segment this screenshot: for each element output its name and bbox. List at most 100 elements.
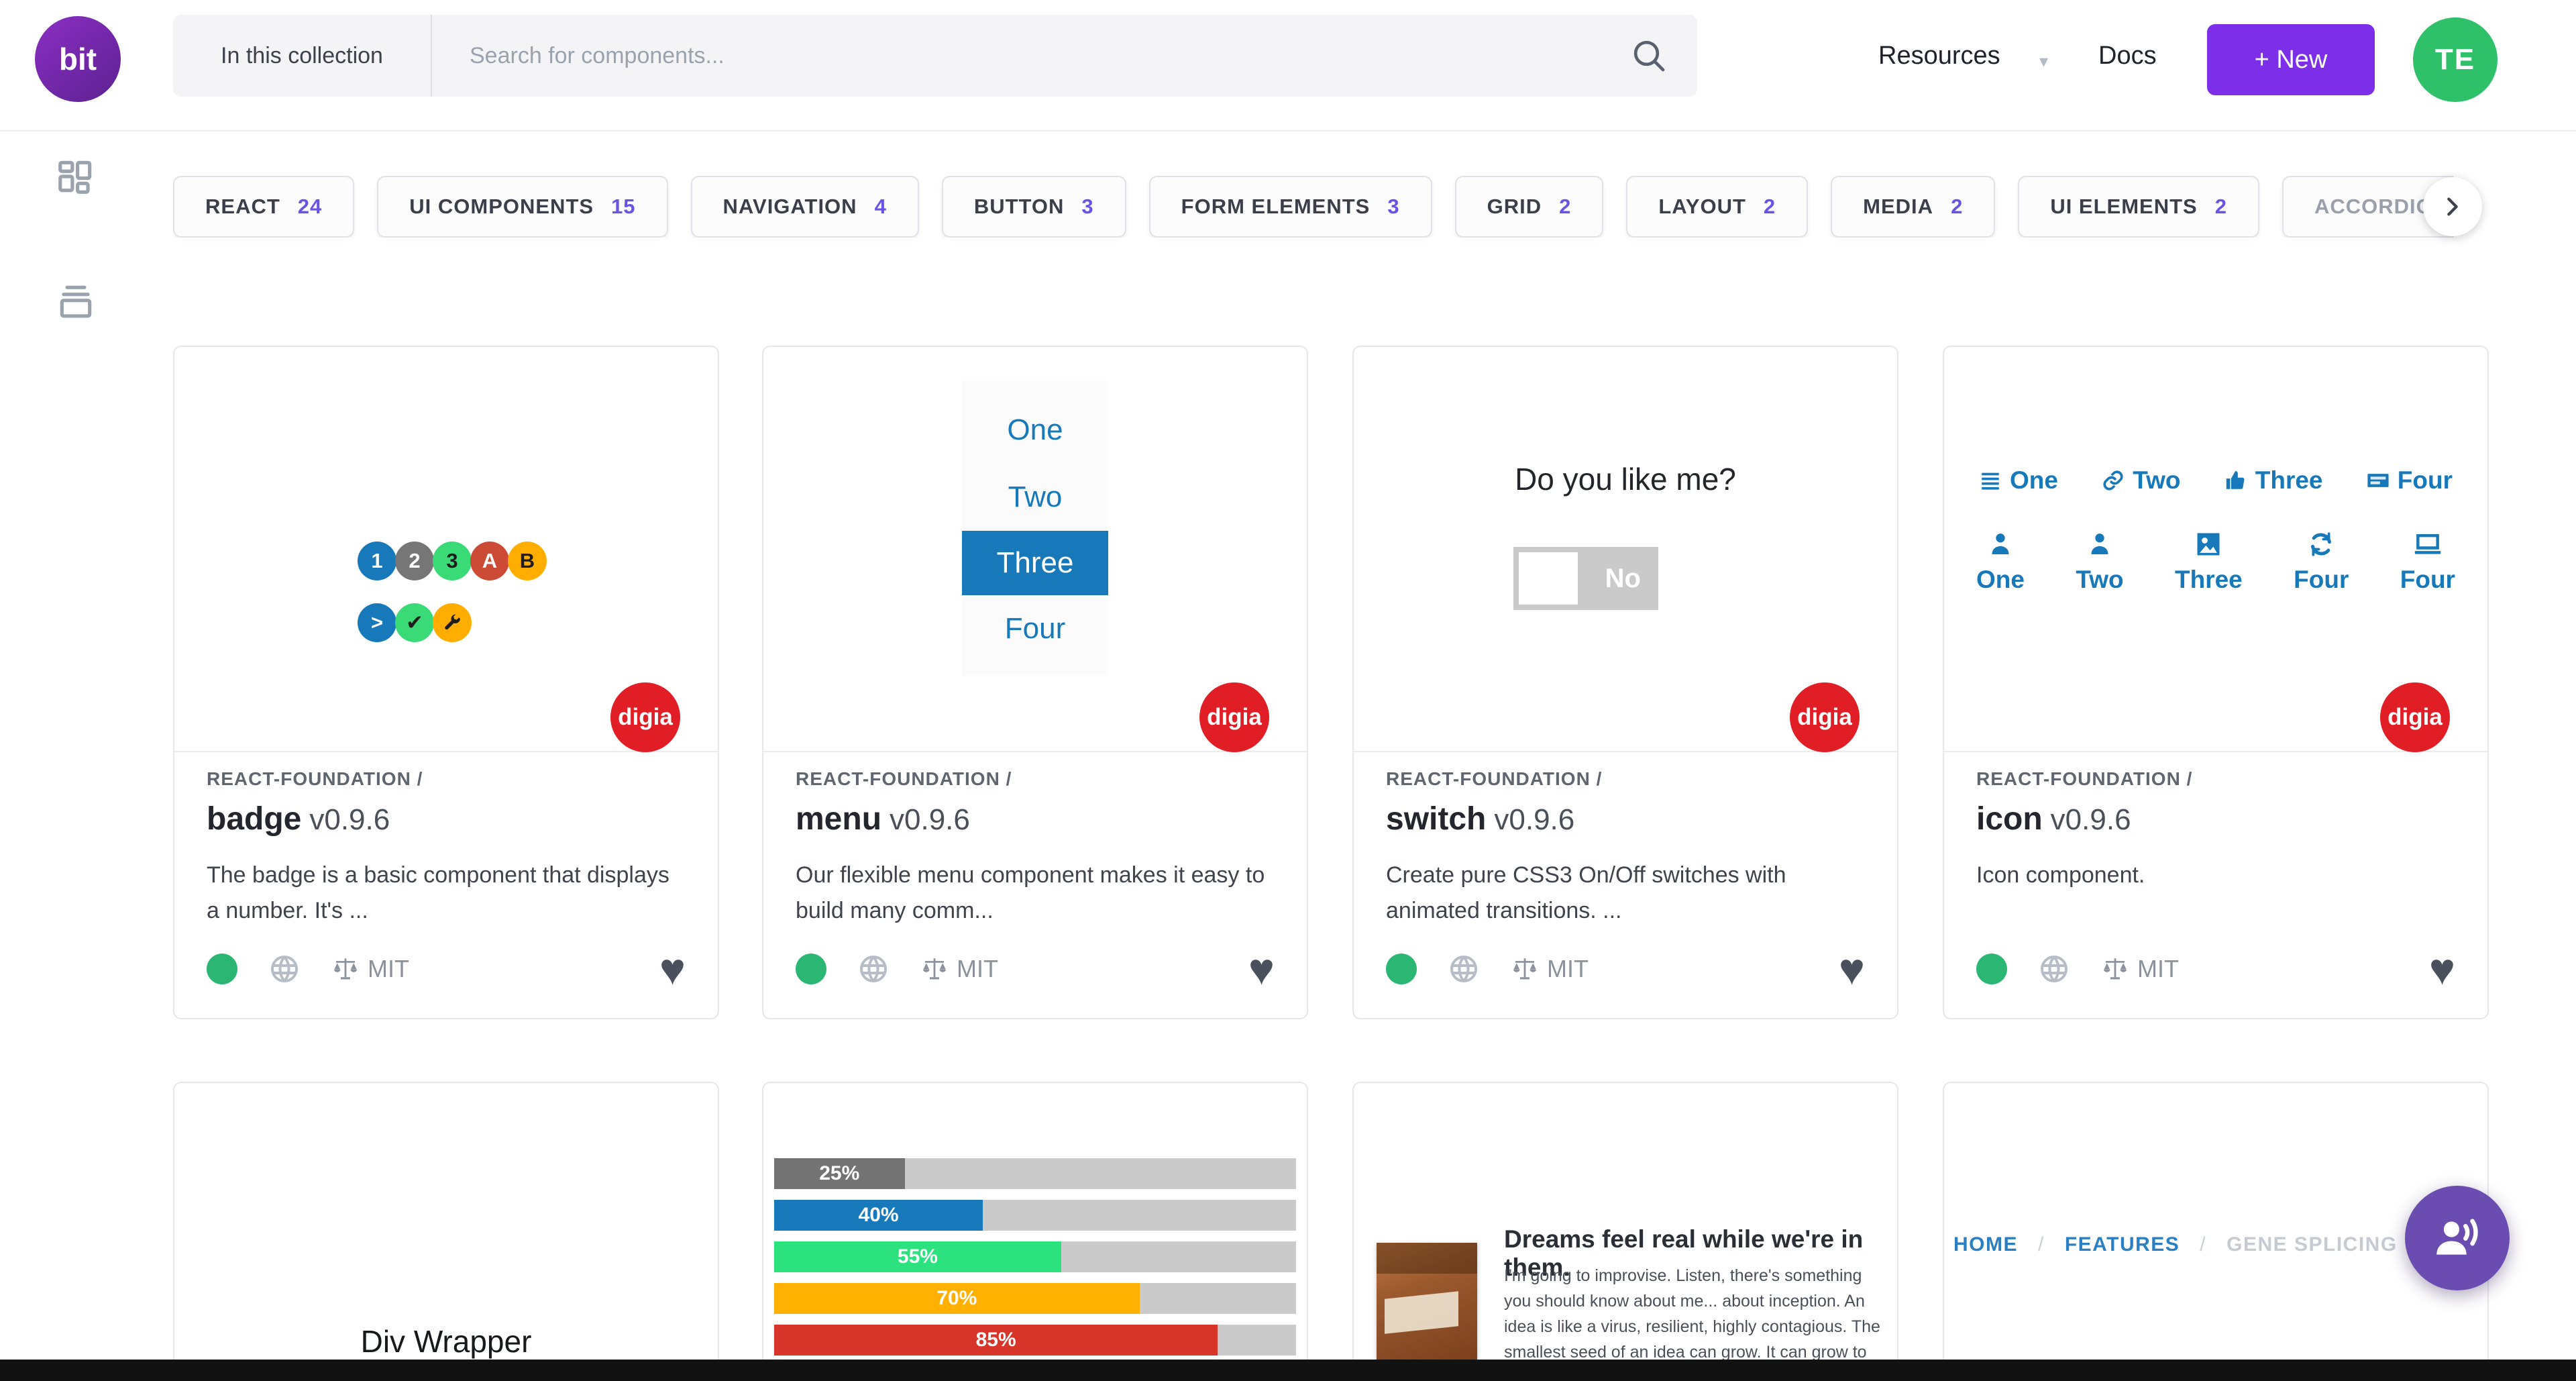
filter-chip-grid[interactable]: GRID 2 [1455,176,1604,238]
menu-item-three-selected[interactable]: Three [962,531,1108,595]
components-collection-page: bit In this collection Resources ▾ Docs … [0,0,2576,1381]
license: MIT [920,955,998,983]
chip-count: 24 [298,195,322,219]
license-scale-icon [920,955,949,983]
breadcrumb-home[interactable]: HOME [1953,1233,2018,1256]
progress-track: 40% [774,1200,1296,1231]
switch-toggle[interactable]: No [1513,547,1658,610]
chip-label: REACT [205,195,280,219]
build-status-icon [796,954,826,984]
license: MIT [2101,955,2179,983]
favorite-heart-icon[interactable]: ♥ [659,947,686,991]
menu-preview: One Two Three Four digia [763,347,1307,752]
component-name: switch [1386,801,1486,837]
laptop-icon [2413,529,2443,559]
favorite-heart-icon[interactable]: ♥ [1248,947,1275,991]
menu-item-four[interactable]: Four [962,595,1108,662]
progress-fill-40: 40% [774,1200,983,1231]
refresh-icon [2308,529,2334,559]
component-name: menu [796,801,881,837]
component-card-media-object[interactable]: Dreams feel real while we're in them. I'… [1352,1082,1898,1381]
card-meta: REACT-FOUNDATION / switchv0.9.6 Create p… [1386,768,1865,928]
publisher-logo[interactable]: digia [2380,682,2450,752]
dashboard-icon[interactable] [55,156,97,197]
globe-icon [857,953,890,985]
search-scope-dropdown[interactable]: In this collection [173,15,432,97]
component-card-switch[interactable]: Do you like me? No digia REACT-FOUNDATIO… [1352,346,1898,1019]
filter-chip-media[interactable]: MEDIA 2 [1831,176,1995,238]
build-status-icon [1976,954,2007,984]
progress-track: 85% [774,1325,1296,1356]
component-description: Icon component. [1976,858,2455,893]
badge-arrow: > [358,603,396,642]
progress-fill-25: 25% [774,1158,905,1189]
new-button[interactable]: + New [2207,24,2375,95]
filter-chip-react[interactable]: REACT 24 [173,176,354,238]
component-card-progress[interactable]: 25% 40% 55% 70% 85% [762,1082,1308,1381]
badge-3: 3 [433,542,472,580]
filter-chip-button[interactable]: BUTTON 3 [942,176,1126,238]
component-card-menu[interactable]: One Two Three Four digia REACT-FOUNDATIO… [762,346,1308,1019]
chip-count: 15 [611,195,635,219]
filter-chip-ui-components[interactable]: UI COMPONENTS 15 [377,176,667,238]
publisher-logo[interactable]: digia [1199,682,1269,752]
filter-chip-navigation[interactable]: NAVIGATION 4 [691,176,919,238]
bottom-bar [0,1360,2576,1381]
component-card-badge[interactable]: 1 2 3 A B > ✔ digia R [173,346,719,1019]
globe-icon [2038,953,2070,985]
component-description: The badge is a basic component that disp… [207,858,686,928]
license: MIT [331,955,409,983]
filter-chip-layout[interactable]: LAYOUT 2 [1626,176,1808,238]
favorite-heart-icon[interactable]: ♥ [1839,947,1865,991]
chevron-right-icon [2441,195,2464,218]
favorite-heart-icon[interactable]: ♥ [2429,947,2455,991]
license-label: MIT [957,955,998,983]
component-description: Our flexible menu component makes it eas… [796,858,1275,928]
nav-resources[interactable]: Resources [1878,42,2000,70]
license-label: MIT [2137,955,2179,983]
chip-label: FORM ELEMENTS [1181,195,1371,219]
publisher-logo[interactable]: digia [1790,682,1860,752]
menu-item-two[interactable]: Two [962,464,1108,531]
search-input[interactable] [432,15,1697,97]
filter-chip-ui-elements[interactable]: UI ELEMENTS 2 [2018,176,2259,238]
icon-item: One [1979,466,2058,495]
collections-icon[interactable] [55,280,97,322]
filter-chip-form-elements[interactable]: FORM ELEMENTS 3 [1149,176,1432,238]
badge-1: 1 [358,542,396,580]
chips-scroll-next-button[interactable] [2423,177,2482,236]
component-name: badge [207,801,301,837]
progress-track: 55% [774,1241,1296,1272]
avatar[interactable]: TE [2413,17,2498,102]
progress-label: 55% [898,1245,938,1268]
component-card-icon[interactable]: One Two Three Four [1943,346,2489,1019]
feedback-fab-button[interactable] [2405,1186,2510,1290]
publisher-logo[interactable]: digia [610,682,680,752]
progress-track: 25% [774,1158,1296,1189]
keyboard-icon [2367,469,2390,492]
breadcrumb-separator: / [2200,1233,2206,1256]
chip-count: 3 [1387,195,1399,219]
icon-item: Two [2076,529,2123,594]
menu-item-one[interactable]: One [962,397,1108,464]
menu-example: One Two Three Four [962,380,1108,676]
license-label: MIT [368,955,409,983]
component-scope: REACT-FOUNDATION / [207,768,686,790]
thumbnail-image [1377,1243,1477,1365]
avatar-initials: TE [2435,43,2475,76]
bit-logo[interactable]: bit [35,16,121,102]
nav-docs[interactable]: Docs [2098,42,2157,70]
card-meta: REACT-FOUNDATION / menuv0.9.6 Our flexib… [796,768,1275,928]
bit-logo-text: bit [59,41,97,77]
progress-label: 85% [976,1329,1016,1351]
component-scope: REACT-FOUNDATION / [1976,768,2455,790]
card-status-row: MIT ♥ [207,948,686,990]
breadcrumb-features[interactable]: FEATURES [2065,1233,2180,1256]
chip-label: UI COMPONENTS [409,195,594,219]
link-icon [2102,469,2125,492]
header-divider [0,130,2576,132]
icon-row-stacked: One Two Three Four [1976,529,2455,594]
search-icon[interactable] [1630,37,1668,74]
globe-icon [1448,953,1480,985]
component-card-wrapper[interactable]: Div Wrapper Span Wrapper [173,1082,719,1381]
